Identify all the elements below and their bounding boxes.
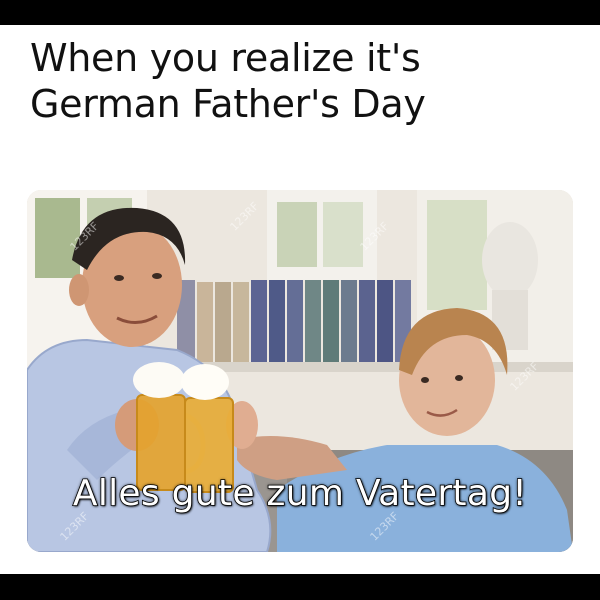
meme-panel: When you realize it's German Father's Da… <box>0 25 600 574</box>
meme-photo: 123RF 123RF 123RF 123RF 123RF 123RF Alle… <box>27 190 573 552</box>
caption-line-1: When you realize it's <box>30 36 421 80</box>
meme-caption: When you realize it's German Father's Da… <box>30 35 580 127</box>
caption-line-2: German Father's Day <box>30 82 426 126</box>
meme-overlay-text: Alles gute zum Vatertag! <box>72 472 528 515</box>
